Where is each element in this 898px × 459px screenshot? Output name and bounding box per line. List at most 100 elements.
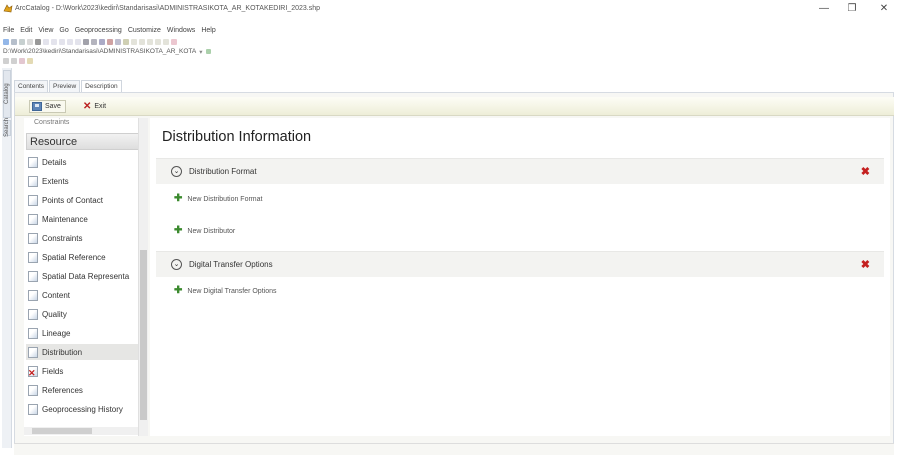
new-distribution-format-link[interactable]: ✚ New Distribution Format [174, 194, 262, 204]
search-window-icon[interactable] [91, 39, 97, 45]
list-icon[interactable] [51, 39, 57, 45]
location-dropdown-icon[interactable]: ▾ [199, 48, 202, 56]
minimize-button[interactable]: — [813, 2, 835, 16]
add-label: New Distribution Format [187, 195, 263, 203]
error-document-icon [28, 365, 38, 378]
dock-tab-catalog[interactable]: Catalog [3, 70, 11, 118]
arctoolbox-icon[interactable] [99, 39, 105, 45]
sidebar-item-content[interactable]: Content [26, 287, 146, 303]
tab-contents[interactable]: Contents [14, 80, 49, 92]
sidebar-item-label: Spatial Reference [42, 252, 106, 262]
sidebar-item-references[interactable]: References [26, 382, 146, 398]
add-icon: ✚ [174, 225, 183, 236]
catalog-tree-icon[interactable] [83, 39, 89, 45]
sidebar-item-maintenance[interactable]: Maintenance [26, 211, 146, 227]
paste-icon[interactable] [27, 39, 33, 45]
document-icon [28, 289, 38, 301]
close-button[interactable]: ✕ [873, 2, 895, 16]
exit-button[interactable]: ✕ Exit [83, 100, 106, 113]
menu-view[interactable]: View [35, 25, 56, 36]
help-icon[interactable] [171, 39, 177, 45]
tab-preview[interactable]: Preview [49, 80, 81, 92]
document-icon [28, 213, 38, 225]
menu-help[interactable]: Help [198, 25, 218, 36]
add-label: New Digital Transfer Options [187, 287, 277, 295]
scrollbar-thumb[interactable] [32, 428, 92, 434]
disconnect-icon[interactable] [11, 39, 17, 45]
sidebar-horizontal-scrollbar[interactable] [24, 427, 138, 435]
model-builder-icon[interactable] [115, 39, 121, 45]
location-path[interactable]: D:\Work\2023\kediri\Standarisasi\ADMINIS… [3, 48, 196, 55]
dock-tab-search[interactable]: Search [3, 118, 11, 138]
resource-section-header[interactable]: Resource [26, 133, 144, 150]
delete-icon[interactable] [35, 39, 41, 45]
sidebar-clipped-item[interactable]: Constraints [24, 118, 148, 132]
expand-collapse-icon[interactable]: ⌄ [171, 259, 182, 270]
sidebar-item-fields[interactable]: Fields [26, 363, 146, 379]
content-pane: Distribution Information ⌄ Distribution … [150, 118, 890, 436]
sidebar-item-label: Maintenance [42, 214, 88, 224]
sidebar-item-spatial-reference[interactable]: Spatial Reference [26, 249, 146, 265]
thumbnails-icon[interactable] [67, 39, 73, 45]
sidebar-item-quality[interactable]: Quality [26, 306, 146, 322]
page-title: Distribution Information [162, 129, 312, 145]
sidebar-item-geoprocessing-history[interactable]: Geoprocessing History [26, 401, 146, 417]
tab-description[interactable]: Description [81, 80, 122, 92]
zoom-out-icon[interactable] [139, 39, 145, 45]
details-icon[interactable] [59, 39, 65, 45]
sidebar-item-label: Geoprocessing History [42, 404, 123, 414]
document-icon [28, 346, 38, 358]
save-icon [32, 102, 42, 111]
add-icon: ✚ [174, 285, 183, 296]
python-icon[interactable] [107, 39, 113, 45]
sidebar-item-distribution[interactable]: Distribution [26, 344, 146, 360]
menu-geoprocessing[interactable]: Geoprocessing [72, 25, 125, 36]
sidebar-item-lineage[interactable]: Lineage [26, 325, 146, 341]
save-label: Save [45, 103, 61, 110]
sidebar-item-label: Details [42, 157, 67, 167]
menu-windows[interactable]: Windows [164, 25, 198, 36]
connect-icon[interactable] [3, 39, 9, 45]
add-icon: ✚ [174, 193, 183, 204]
geography-identify-icon[interactable] [27, 58, 33, 64]
remove-icon[interactable]: ✖ [861, 165, 870, 178]
sidebar-item-constraints[interactable]: Constraints [26, 230, 146, 246]
save-button[interactable]: Save [29, 100, 66, 113]
menu-customize[interactable]: Customize [125, 25, 164, 36]
large-icons-icon[interactable] [43, 39, 49, 45]
identify-icon[interactable] [123, 39, 129, 45]
sidebar-item-extents[interactable]: Extents [26, 173, 146, 189]
sidebar-item-label: Extents [42, 176, 69, 186]
sidebar-item-points-of-contact[interactable]: Points of Contact [26, 192, 146, 208]
geography-pan-icon[interactable] [19, 58, 25, 64]
document-icon [28, 232, 38, 244]
document-icon [28, 384, 38, 396]
remove-icon[interactable]: ✖ [861, 258, 870, 271]
go-icon[interactable] [205, 49, 211, 54]
new-distributor-link[interactable]: ✚ New Distributor [174, 226, 235, 236]
launch-arcmap-icon[interactable] [75, 39, 81, 45]
scrollbar-thumb[interactable] [140, 250, 147, 420]
sidebar-item-spatial-data-representation[interactable]: Spatial Data Representa [26, 268, 146, 284]
menu-go[interactable]: Go [56, 25, 71, 36]
sidebar-item-label: Distribution [42, 347, 83, 357]
document-icon [28, 270, 38, 282]
maximize-button[interactable]: ❐ [841, 2, 863, 16]
zoom-in-icon[interactable] [131, 39, 137, 45]
menu-edit[interactable]: Edit [17, 25, 35, 36]
menu-file[interactable]: File [0, 25, 17, 36]
document-icon [28, 308, 38, 320]
create-thumbnail-icon[interactable] [163, 39, 169, 45]
document-icon [28, 327, 38, 339]
geography-toolbar-icon[interactable] [3, 58, 9, 64]
copy-icon[interactable] [19, 39, 25, 45]
pan-icon[interactable] [147, 39, 153, 45]
sidebar-vertical-scrollbar[interactable] [138, 118, 148, 436]
full-extent-icon[interactable] [155, 39, 161, 45]
document-icon [28, 251, 38, 263]
expand-collapse-icon[interactable]: ⌄ [171, 166, 182, 177]
geography-zoom-icon[interactable] [11, 58, 17, 64]
sidebar-item-label: Lineage [42, 328, 71, 338]
sidebar-item-details[interactable]: Details [26, 154, 146, 170]
new-digital-transfer-options-link[interactable]: ✚ New Digital Transfer Options [174, 286, 276, 296]
